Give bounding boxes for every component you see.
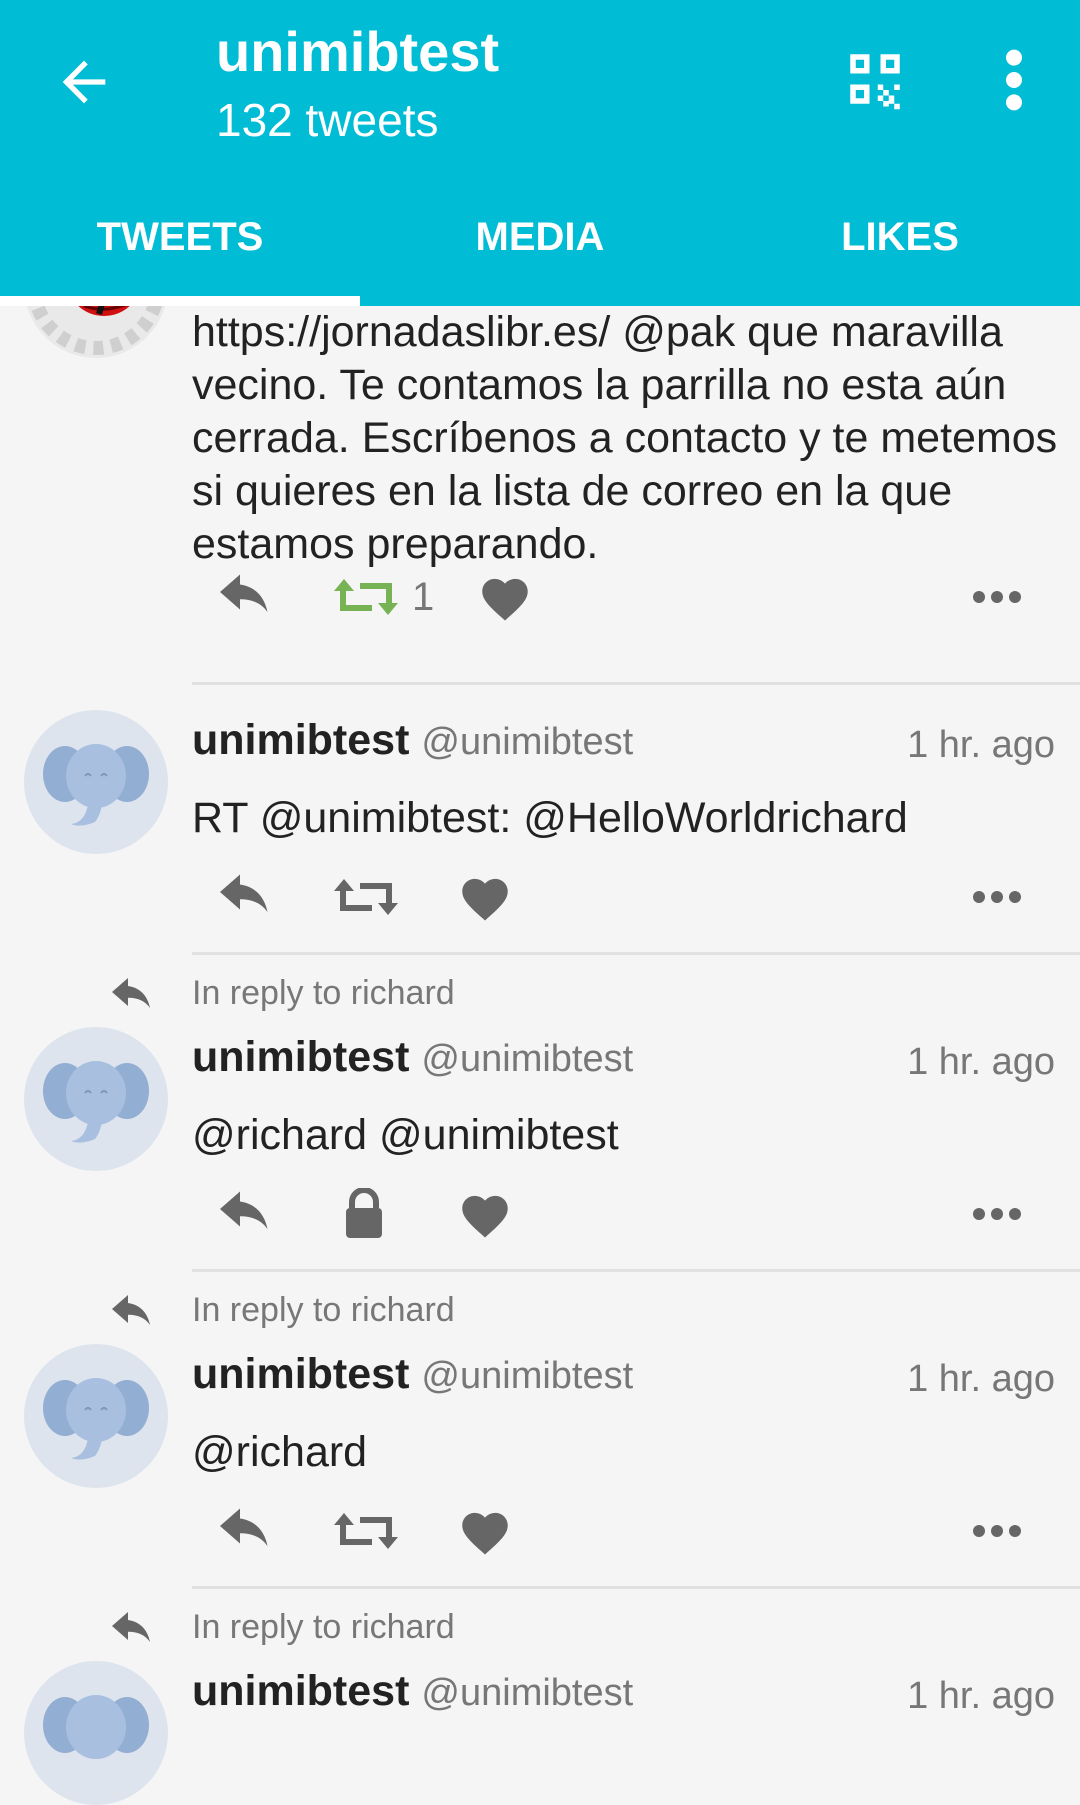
tweet-text: RT @unimibtest: @HelloWorldrichard [192,794,908,842]
tweet-actions [192,1179,1052,1249]
more-button[interactable] [972,862,1022,932]
tweet-text: @richard [192,1428,368,1476]
retweet-icon [334,879,398,915]
retweet-button[interactable] [332,1496,400,1566]
divider [192,1269,1080,1272]
tweet-count: 132 tweets [216,94,439,146]
elephant-avatar-icon [43,1061,149,1143]
like-button[interactable] [477,562,533,632]
avatar[interactable] [24,1661,168,1805]
user-handle[interactable]: @unimibtest [421,721,633,764]
retweet-icon [334,1513,398,1549]
reply-button[interactable] [212,862,278,932]
reply-indicator-icon [112,1612,150,1642]
heart-icon [462,1512,508,1555]
retweet-count: 1 [412,574,435,619]
more-horiz-icon [973,1208,1021,1220]
user-handle[interactable]: @unimibtest [421,1672,633,1715]
tab-bar: TWEETS MEDIA LIKES [0,200,1080,306]
more-button[interactable] [972,1179,1022,1249]
tweet-actions: 1 [192,562,1052,632]
display-name[interactable]: unimibtest [192,716,409,765]
avatar[interactable] [24,1027,168,1171]
protected-retweet-indicator [344,1179,384,1249]
tweet-text: @richard @unimibtest [192,1111,619,1159]
in-reply-to-label[interactable]: In reply to richard [192,1291,455,1330]
page-title: unimibtest [216,20,500,83]
reply-icon [220,1508,268,1546]
retweet-button[interactable]: 1 [332,562,434,632]
in-reply-to-label[interactable]: In reply to richard [192,974,455,1013]
in-reply-to-label[interactable]: In reply to richard [192,1608,455,1647]
avatar[interactable] [24,710,168,854]
tweet-header: unimibtest @unimibtest [192,1350,633,1399]
reply-icon [220,1191,268,1229]
qr-code-icon[interactable] [842,46,908,112]
more-button[interactable] [972,562,1022,632]
avatar[interactable] [24,1344,168,1488]
timestamp: 1 hr. ago [907,1041,1055,1083]
elephant-avatar-icon [43,744,149,826]
user-handle[interactable]: @unimibtest [421,1038,633,1081]
lock-icon [346,1188,382,1238]
tweet-header: unimibtest @unimibtest [192,1667,633,1716]
tweet-header: unimibtest @unimibtest [192,1033,633,1082]
timestamp: 1 hr. ago [907,1358,1055,1400]
more-button[interactable] [972,1496,1022,1566]
more-horiz-icon [973,891,1021,903]
tab-tweets[interactable]: TWEETS [0,200,360,306]
reply-button[interactable] [212,1179,278,1249]
heart-icon [482,578,528,621]
divider [192,1586,1080,1589]
retweet-button[interactable] [332,862,400,932]
reply-icon [220,574,268,612]
more-horiz-icon [973,1525,1021,1537]
tweet-header: unimibtest @unimibtest [192,716,633,765]
elephant-avatar-icon [43,1695,149,1759]
divider [192,952,1080,955]
tweet-text: https://jornadaslibr.es/ @pak que maravi… [192,308,1058,568]
like-button[interactable] [457,1496,513,1566]
heart-icon [462,878,508,921]
more-horiz-icon [973,591,1021,603]
elephant-avatar-icon [43,1378,149,1460]
profile-header: unimibtest 132 tweets [216,18,499,150]
reply-indicator-icon [112,1295,150,1325]
reply-icon [220,874,268,912]
heart-icon [462,1195,508,1238]
timestamp: 1 hr. ago [907,724,1055,766]
timestamp: 1 hr. ago [907,1675,1055,1717]
like-button[interactable] [457,862,513,932]
more-vert-icon[interactable] [996,48,1032,112]
arrow-back-icon[interactable] [52,50,116,114]
divider [192,682,1080,685]
reply-button[interactable] [212,562,278,632]
retweet-icon [334,579,398,615]
tab-likes[interactable]: LIKES [720,200,1080,306]
tweet-actions [192,862,1052,932]
reply-button[interactable] [212,1496,278,1566]
reply-indicator-icon [112,978,150,1008]
display-name[interactable]: unimibtest [192,1350,409,1399]
display-name[interactable]: unimibtest [192,1033,409,1082]
app-bar: unimibtest 132 tweets TWEETS MEDIA LIKES [0,0,1080,306]
like-button[interactable] [457,1179,513,1249]
tab-media[interactable]: MEDIA [360,200,720,306]
user-handle[interactable]: @unimibtest [421,1355,633,1398]
display-name[interactable]: unimibtest [192,1667,409,1716]
tweet-actions [192,1496,1052,1566]
